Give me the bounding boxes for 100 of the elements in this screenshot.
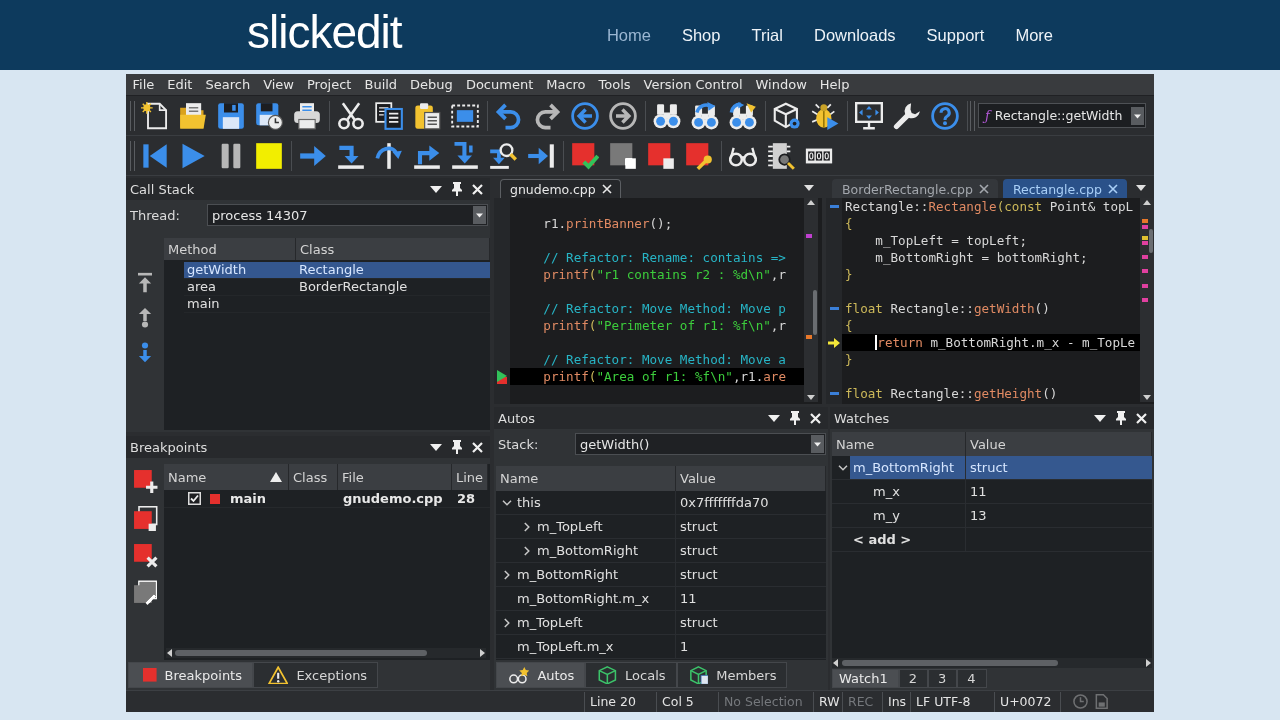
nav-link[interactable]: Shop	[681, 25, 721, 45]
variable-name[interactable]: m_BottomRight.m_x	[514, 587, 653, 610]
menu-item[interactable]: Search	[198, 74, 257, 95]
stack-frame-row[interactable]: area BorderRectangle	[184, 279, 490, 296]
variable-name[interactable]: m_TopLeft.m_x	[514, 635, 617, 658]
copy-icon[interactable]	[375, 101, 403, 130]
variable-name[interactable]: this	[514, 491, 544, 514]
save-clock-icon[interactable]	[255, 101, 283, 130]
menu-item[interactable]: Version Control	[637, 74, 750, 95]
wrench-icon[interactable]	[893, 101, 921, 130]
menu-item[interactable]: Tools	[592, 74, 638, 95]
horizontal-scrollbar[interactable]	[832, 658, 1152, 668]
panel-tab[interactable]: 2	[898, 669, 929, 688]
vertical-scrollbar[interactable]	[1140, 198, 1154, 402]
panel-tab[interactable]: Members	[676, 662, 788, 688]
step-down-icon[interactable]	[451, 141, 479, 170]
binoculars-icon[interactable]	[653, 101, 681, 130]
checkbox[interactable]	[188, 492, 201, 505]
menu-triangle-icon[interactable]	[768, 414, 780, 422]
nav-link[interactable]: Trial	[751, 25, 783, 45]
horizontal-scrollbar[interactable]	[166, 648, 486, 658]
variable-name[interactable]: m_TopLeft	[534, 515, 606, 538]
chip-magnifier-icon[interactable]	[767, 141, 795, 170]
help-icon[interactable]	[931, 101, 959, 130]
counter-icon[interactable]	[805, 147, 833, 164]
binoculars-arrow-icon[interactable]	[691, 101, 719, 130]
function-combobox[interactable]: ƒ Rectangle::getWidth	[978, 103, 1146, 128]
chevron-right-icon[interactable]	[504, 617, 510, 628]
thread-combobox[interactable]: process 14307	[207, 204, 488, 226]
square-corner-icon[interactable]	[647, 141, 675, 170]
add-watch-entry[interactable]: < add >	[850, 528, 915, 551]
menu-item[interactable]: Project	[300, 74, 358, 95]
clipboard-icon[interactable]	[413, 101, 441, 130]
chevron-down-icon[interactable]	[838, 464, 848, 471]
square-stack-icon[interactable]	[132, 506, 158, 531]
caret-icon[interactable]	[1131, 106, 1144, 125]
menu-item[interactable]: Document	[459, 74, 540, 95]
column-header[interactable]: Line	[452, 464, 488, 490]
square-wrench-icon[interactable]	[685, 141, 713, 170]
menu-item[interactable]: Window	[749, 74, 814, 95]
step-magnifier-icon[interactable]	[489, 141, 517, 170]
panel-tab[interactable]: Autos	[496, 662, 586, 688]
menu-item[interactable]: File	[126, 74, 161, 95]
menu-item[interactable]: Help	[813, 74, 856, 95]
column-header[interactable]: Name	[832, 432, 966, 456]
arrow-down-dot-icon[interactable]	[138, 342, 152, 363]
column-header[interactable]: Class	[296, 238, 490, 260]
arrow-to-bar-icon[interactable]	[527, 141, 555, 170]
nav-link[interactable]: Downloads	[813, 25, 896, 45]
variable-name[interactable]: m_x	[870, 480, 903, 503]
square-check-icon[interactable]	[571, 141, 599, 170]
menu-item[interactable]: Build	[357, 74, 404, 95]
menu-item[interactable]: Edit	[160, 74, 199, 95]
menu-triangle-icon[interactable]	[1094, 414, 1106, 422]
menu-triangle-icon[interactable]	[804, 185, 814, 191]
breakpoint-arrow-icon[interactable]	[497, 369, 507, 384]
save-icon[interactable]	[217, 101, 245, 130]
chevron-right-icon[interactable]	[524, 545, 530, 556]
pin-icon[interactable]	[452, 182, 462, 196]
variable-name[interactable]: m_BottomRight	[534, 539, 642, 562]
site-logo[interactable]: slickedit	[247, 9, 402, 55]
printer-icon[interactable]	[293, 101, 321, 130]
editor-gutter[interactable]	[826, 198, 842, 404]
square-x-icon[interactable]	[132, 543, 158, 568]
column-header[interactable]: Method	[164, 238, 296, 260]
variable-name[interactable]: m_BottomRight	[514, 563, 622, 586]
panel-tab[interactable]: Exceptions	[253, 662, 379, 688]
nav-link[interactable]: Home	[606, 25, 651, 45]
menu-item[interactable]: View	[256, 74, 301, 95]
column-header[interactable]: Class	[289, 464, 338, 490]
panel-tab[interactable]: Locals	[585, 662, 677, 688]
undo-icon[interactable]	[495, 101, 523, 130]
monitor-icon[interactable]	[855, 101, 883, 130]
column-header[interactable]: File	[338, 464, 452, 490]
column-header[interactable]: Name	[164, 464, 289, 490]
skip-back-icon[interactable]	[141, 141, 169, 170]
cube-gear-icon[interactable]	[773, 101, 801, 130]
pin-icon[interactable]	[1116, 411, 1126, 425]
pin-icon[interactable]	[452, 440, 462, 454]
chevron-right-icon[interactable]	[524, 521, 530, 532]
panel-tab[interactable]: 3	[928, 669, 958, 688]
variable-name[interactable]: m_y	[870, 504, 903, 527]
open-folder-icon[interactable]	[179, 101, 207, 130]
new-file-icon[interactable]	[141, 101, 169, 130]
stack-frame-row[interactable]: getWidth Rectangle	[184, 262, 490, 279]
variable-name[interactable]: m_BottomRight	[850, 456, 965, 479]
bug-icon[interactable]	[811, 101, 839, 130]
nav-link[interactable]: More	[1015, 25, 1053, 45]
menu-triangle-icon[interactable]	[430, 443, 442, 451]
panel-tab[interactable]: Watch1	[832, 669, 899, 688]
stack-frame-row[interactable]: main	[184, 296, 490, 313]
binoculars-arrows-icon[interactable]	[729, 101, 757, 130]
editor-tab[interactable]: BorderRectangle.cpp	[832, 179, 998, 198]
menu-item[interactable]: Debug	[403, 74, 460, 95]
breakpoint-name[interactable]: main	[230, 491, 267, 506]
scissors-icon[interactable]	[337, 101, 365, 130]
variable-name[interactable]: m_TopLeft	[514, 611, 586, 634]
stop-icon[interactable]	[255, 141, 283, 170]
menu-item[interactable]: Macro	[539, 74, 593, 95]
panel-tab[interactable]: 4	[957, 669, 987, 688]
